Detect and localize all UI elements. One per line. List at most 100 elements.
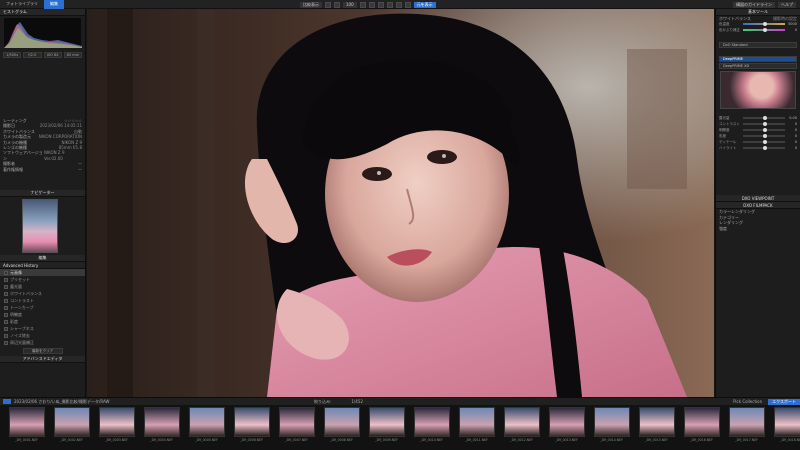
exposure-readout: 1/500s f/2.0 ISO 64 85 mm <box>0 50 85 60</box>
tab-edit[interactable]: 編集 <box>44 0 64 9</box>
histogram <box>4 18 82 48</box>
filmstrip-item[interactable]: _D9_0015.NEF <box>636 407 677 448</box>
filmstrip-thumbnail[interactable] <box>143 407 180 437</box>
filmstrip-filename: _D9_0017.NEF <box>734 438 759 442</box>
history-item[interactable]: プリセット <box>0 276 85 283</box>
filmstrip-filename: _D9_0007.NEF <box>284 438 309 442</box>
left-panel: ヒストグラム 1/500s f/2.0 ISO 64 85 mm レーティング ☆… <box>0 9 86 397</box>
viewpoint-header[interactable]: DXO VIEWPOINT <box>716 195 800 203</box>
tab-photo-library[interactable]: フォトライブラリ <box>0 0 44 9</box>
filmstrip-thumbnail[interactable] <box>278 407 315 437</box>
compare-button[interactable]: 比較表示 <box>300 1 322 8</box>
basic-tools-header[interactable]: 基本ツール <box>716 9 800 16</box>
pick-collection[interactable]: Pick Collection <box>733 399 762 404</box>
export-button[interactable]: エクスポート <box>768 398 800 405</box>
filmstrip-item[interactable]: _D9_0003.NEF <box>96 407 137 448</box>
filmstrip-item[interactable]: _D9_0007.NEF <box>276 407 317 448</box>
filmstrip-item[interactable]: _D9_0004.NEF <box>141 407 182 448</box>
filmstrip-thumbnail[interactable] <box>368 407 405 437</box>
intensity-row[interactable]: 強度 <box>716 226 800 231</box>
filmstrip-thumbnail[interactable] <box>728 407 765 437</box>
filmstrip-filename: _D9_0018.NEF <box>779 438 800 442</box>
filmstrip-filename: _D9_0001.NEF <box>14 438 39 442</box>
exif-list: レーティング ☆☆☆☆☆ 撮影日 2023/02/06 14:05:11 ホワイトバ… <box>0 118 85 172</box>
exif-row: ソフトウェアバージョン NIKON Z 9 Ver.02.00 <box>3 150 65 161</box>
filmstrip-thumbnail[interactable] <box>8 407 45 437</box>
filter-label[interactable]: 絞り込み: <box>314 399 331 404</box>
preset-deepprime-xd[interactable]: DeepPRIME XD <box>719 63 797 70</box>
filmstrip-thumbnail[interactable] <box>638 407 675 437</box>
filmstrip-item[interactable]: _D9_0017.NEF <box>726 407 767 448</box>
advanced-editor-header[interactable]: アドバンスドエディタ <box>0 356 85 364</box>
history-item[interactable]: 周辺光量補正 <box>0 339 85 346</box>
filmstrip-thumbnail[interactable] <box>683 407 720 437</box>
filmstrip-thumbnail[interactable] <box>503 407 540 437</box>
filmstrip-item[interactable]: _D9_0006.NEF <box>231 407 272 448</box>
red-eye-icon[interactable] <box>386 1 393 8</box>
filmstrip-item[interactable]: _D9_0008.NEF <box>321 407 362 448</box>
straighten-icon[interactable] <box>334 1 340 8</box>
filmstrip-item[interactable]: _D9_0002.NEF <box>51 407 92 448</box>
folder-icon <box>3 399 11 404</box>
filmstrip-filename: _D9_0016.NEF <box>689 438 714 442</box>
history-item[interactable]: ノイズ除去 <box>0 332 85 339</box>
filmstrip-item[interactable]: _D9_0011.NEF <box>456 407 497 448</box>
history-item[interactable]: シャープネス <box>0 325 85 332</box>
filmstrip-item[interactable]: _D9_0012.NEF <box>501 407 542 448</box>
history-footer: 最新をクリア <box>0 346 85 356</box>
local-adjust-icon[interactable] <box>395 1 402 8</box>
history-item[interactable]: 彩度 <box>0 318 85 325</box>
histogram-header[interactable]: ヒストグラム <box>0 9 85 16</box>
filmstrip-filename: _D9_0011.NEF <box>464 438 489 442</box>
preset-standard[interactable]: DxO Standard <box>719 42 797 49</box>
filmstrip-thumbnail[interactable] <box>458 407 495 437</box>
filmstrip-thumbnail[interactable] <box>548 407 585 437</box>
filmstrip-filename: _D9_0008.NEF <box>329 438 354 442</box>
hand-tool-icon[interactable] <box>359 1 366 8</box>
history-item[interactable]: コントラスト <box>0 297 85 304</box>
history-item[interactable]: 元画像 <box>0 269 85 277</box>
eyedropper-icon[interactable] <box>368 1 375 8</box>
show-original-button[interactable]: 元を表示 <box>413 1 436 8</box>
filmstrip-item[interactable]: _D9_0014.NEF <box>591 407 632 448</box>
filmstrip-thumbnail[interactable] <box>773 407 800 437</box>
filmstrip-toolbar: 2023/02/06 さおり/いぬ_撮影比較/撮影データ/RAW 絞り込み: 1… <box>0 397 800 405</box>
preset-deepprime[interactable]: DeepPRIME <box>719 56 797 63</box>
filmstrip-item[interactable]: _D9_0013.NEF <box>546 407 587 448</box>
clear-history-button[interactable]: 最新をクリア <box>22 348 63 355</box>
filmstrip-item[interactable]: _D9_0018.NEF <box>771 407 800 448</box>
crop-icon[interactable] <box>325 1 331 8</box>
filmstrip-item[interactable]: _D9_0016.NEF <box>681 407 722 448</box>
help-button[interactable]: ヘルプ <box>778 1 796 8</box>
focal-readout: 85 mm <box>63 52 82 58</box>
folder-path[interactable]: 2023/02/06 さおり/いぬ_撮影比較/撮影データ/RAW <box>14 399 234 404</box>
history-item[interactable]: 明瞭度 <box>0 311 85 318</box>
filmstrip-thumbnail[interactable] <box>53 407 90 437</box>
guidelines-button[interactable]: 構図のガイドライン <box>733 1 775 8</box>
filmstrip-thumbnail[interactable] <box>413 407 450 437</box>
filmstrip-item[interactable]: _D9_0009.NEF <box>366 407 407 448</box>
noise-preview-thumbnail[interactable] <box>720 71 796 110</box>
history-item[interactable]: ホワイトバランス <box>0 290 85 297</box>
filmstrip-thumbnail[interactable] <box>323 407 360 437</box>
history-header[interactable]: 編集 <box>0 255 85 263</box>
top-toolbar: フォトライブラリ 編集 比較表示 100 元を表示 構図のガイドライン ヘルプ <box>0 0 800 9</box>
filmstrip: _D9_0001.NEF _D9_0002.NEF _D9_0003.NEF _D9_… <box>0 405 800 450</box>
mask-icon[interactable] <box>404 1 411 8</box>
image-count: 1/452 <box>351 399 363 404</box>
filmstrip-thumbnail[interactable] <box>233 407 270 437</box>
filmstrip-thumbnail[interactable] <box>188 407 225 437</box>
zoom-value[interactable]: 100 <box>343 1 357 8</box>
photo-viewer[interactable] <box>87 9 714 397</box>
history-subheader[interactable]: Advanced History <box>0 262 85 270</box>
navigator-header[interactable]: ナビゲーター <box>0 190 85 198</box>
filmstrip-thumbnail[interactable] <box>593 407 630 437</box>
filmstrip-item[interactable]: _D9_0001.NEF <box>6 407 47 448</box>
navigator-thumbnail[interactable] <box>22 199 58 254</box>
filmstrip-item[interactable]: _D9_0010.NEF <box>411 407 452 448</box>
repair-icon[interactable] <box>377 1 384 8</box>
filmstrip-item[interactable]: _D9_0005.NEF <box>186 407 227 448</box>
filmstrip-thumbnail[interactable] <box>98 407 135 437</box>
history-item[interactable]: 露光量 <box>0 283 85 290</box>
history-item[interactable]: トーンカーブ <box>0 304 85 311</box>
